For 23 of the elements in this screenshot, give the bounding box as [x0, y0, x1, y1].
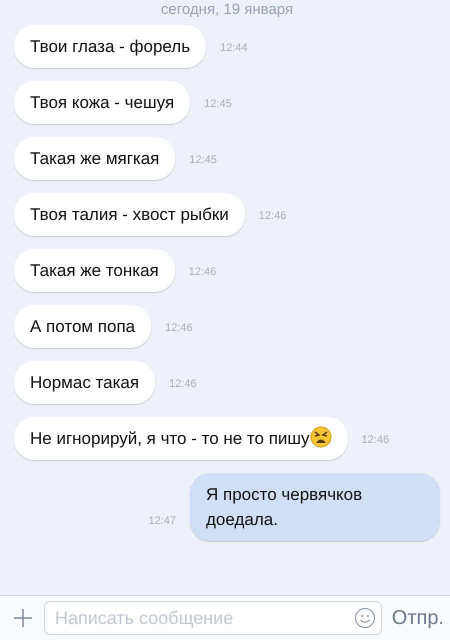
message-time: 12:45 [204, 98, 232, 110]
message-text: А потом попа [30, 317, 136, 336]
message-text: Твоя талия - хвост рыбки [30, 205, 229, 224]
smiley-icon[interactable] [354, 607, 376, 629]
message-time: 12:46 [165, 322, 193, 334]
message-text: Твоя кожа - чешуя [30, 93, 174, 112]
message-time: 12:46 [188, 266, 216, 278]
message-time: 12:45 [189, 154, 217, 166]
send-button[interactable]: Отпр. [392, 606, 444, 630]
message-time: 12:46 [169, 378, 197, 390]
message-time: 12:47 [148, 515, 176, 527]
message-time: 12:44 [220, 42, 248, 54]
message-time: 12:46 [258, 210, 286, 222]
message-time: 12:46 [362, 434, 390, 446]
message-text: Нормас такая [30, 373, 140, 392]
message-text: Такая же мягкая [30, 149, 160, 168]
message-text: Такая же тонкая [30, 261, 159, 280]
plus-icon[interactable] [12, 607, 34, 629]
message-text: Твои глаза - форель [30, 37, 190, 56]
message-text: Я просто червячков доедала. [206, 485, 362, 529]
message-field[interactable]: Написать сообщение [44, 601, 382, 635]
date-divider: сегодня, 19 января [160, 2, 294, 18]
message-text: Не игнорируй, я что - то не то пишу [30, 429, 310, 448]
